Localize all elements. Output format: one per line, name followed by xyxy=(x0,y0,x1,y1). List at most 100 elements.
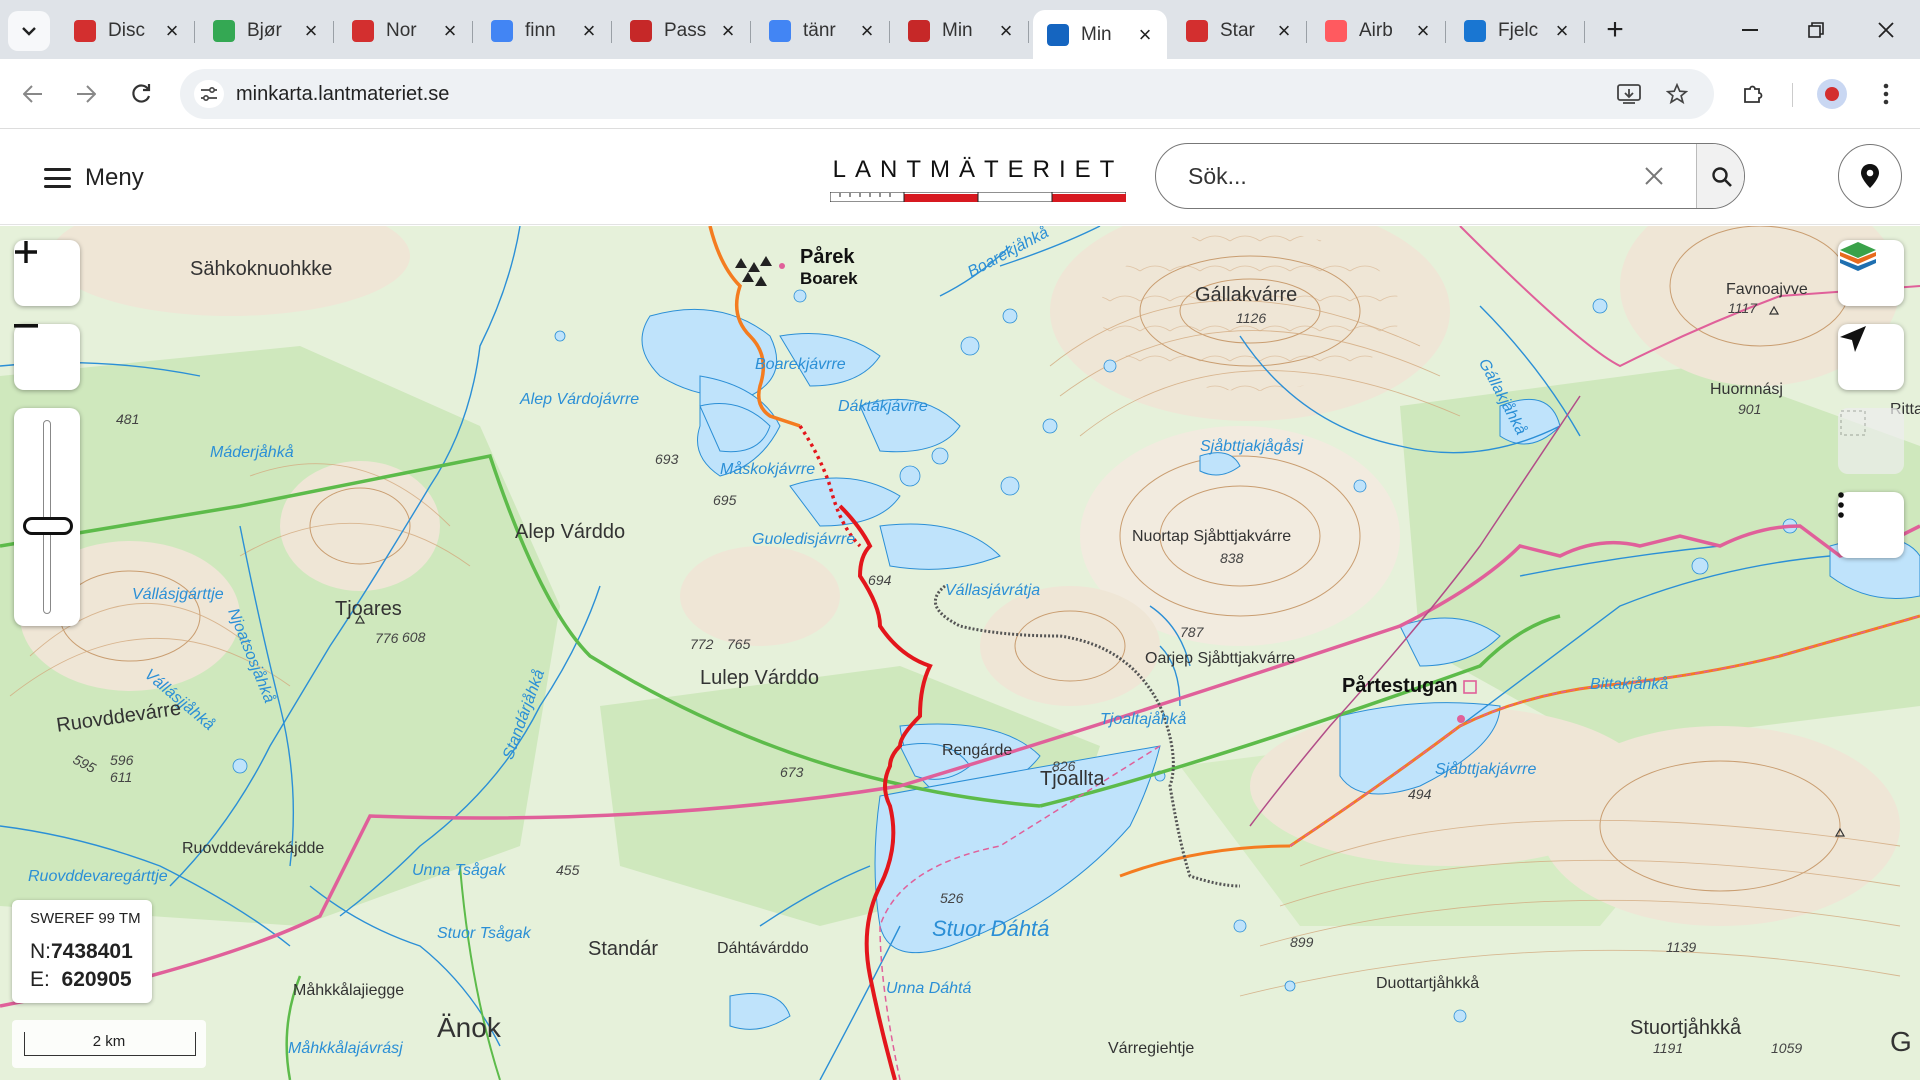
mountain-icon xyxy=(1464,20,1486,42)
clear-search-button[interactable] xyxy=(1634,161,1674,193)
close-tab-icon[interactable]: × xyxy=(577,18,601,44)
scale-label: 2 km xyxy=(92,1033,126,1050)
map-label-settlement: Pårek xyxy=(800,246,855,268)
close-tab-icon[interactable]: × xyxy=(994,18,1018,44)
map-label-height: 776 xyxy=(375,630,399,646)
close-tab-icon[interactable]: × xyxy=(438,18,462,44)
map-label-water: Unna Tsågak xyxy=(412,862,506,879)
map-label-water: Boarekjávrre xyxy=(755,356,846,373)
close-tab-icon[interactable]: × xyxy=(299,18,323,44)
my-position-button[interactable] xyxy=(1838,144,1902,208)
map-label-height: 673 xyxy=(780,764,804,780)
zoom-in-button[interactable] xyxy=(14,240,80,306)
maps-pin-icon xyxy=(213,20,235,42)
map-label-height: 494 xyxy=(1408,786,1432,802)
close-window-button[interactable] xyxy=(1864,12,1908,48)
site-info-icon[interactable] xyxy=(194,80,224,108)
close-tab-icon[interactable]: × xyxy=(716,18,740,44)
browser-tab[interactable]: Min × xyxy=(894,10,1029,52)
flag-dk-icon xyxy=(908,20,930,42)
restore-button[interactable] xyxy=(1794,12,1838,48)
map-label-water: Máderjåhkå xyxy=(210,444,294,461)
layers-button[interactable] xyxy=(1838,240,1904,306)
browser-tab[interactable]: Bjør × xyxy=(199,10,334,52)
zoom-slider-handle[interactable] xyxy=(23,516,73,535)
tab-title: Fjelc xyxy=(1498,20,1539,41)
url-text[interactable]: minkarta.lantmateriet.se xyxy=(236,83,449,106)
map-label-place-small: Måhkkålajiegge xyxy=(293,982,405,999)
toolbar-divider xyxy=(1792,83,1793,107)
browser-tab[interactable]: Nor × xyxy=(338,10,473,52)
install-app-icon[interactable] xyxy=(1614,81,1644,107)
forward-button[interactable] xyxy=(66,74,106,114)
map-label-place-small: Rengárde xyxy=(942,742,1013,759)
map-label-height: 901 xyxy=(1738,401,1762,417)
search-input[interactable] xyxy=(1188,160,1628,192)
lantmateriet-logo[interactable]: LANTMÄTERIET xyxy=(830,156,1126,202)
search-icon xyxy=(1711,167,1732,187)
topographic-map[interactable]: Sähkoknuohkke Pårek Boarek Boarekjåhkå Gálla… xyxy=(0,226,1920,1080)
browser-tab[interactable]: Fjelc × xyxy=(1450,10,1585,52)
map-canvas[interactable] xyxy=(0,226,1920,1080)
browser-tabbar: Disc × Bjør × Nor × finn × Pass × tänr × Min × Min × Sta… xyxy=(0,0,1920,59)
more-options-button[interactable] xyxy=(1838,492,1904,558)
map-label-place-small: Várregiehtje xyxy=(1108,1040,1195,1057)
map-label-height: 481 xyxy=(116,411,140,427)
hut-point xyxy=(1457,715,1465,723)
new-tab-button[interactable]: + xyxy=(1598,14,1632,48)
layers-icon xyxy=(1840,242,1876,271)
tab-title: Bjør xyxy=(247,20,282,41)
hamburger-icon xyxy=(44,168,71,188)
map-label-water-big: Stuor Dáhtá xyxy=(932,916,1050,941)
tab-search-button[interactable] xyxy=(8,11,50,51)
map-label-place: Tjoares xyxy=(335,598,402,620)
map-label-water: Bittakjåhkå xyxy=(1590,676,1669,693)
browser-tab[interactable]: Min × xyxy=(1033,10,1167,59)
minus-icon xyxy=(14,324,38,328)
map-label-place: Alep Várddo xyxy=(515,521,626,543)
bookmark-star-icon[interactable] xyxy=(1662,81,1692,107)
browser-tab[interactable]: tänr × xyxy=(755,10,890,52)
browser-tab[interactable]: Pass × xyxy=(616,10,751,52)
map-label-water: Vállasjávrátja xyxy=(945,582,1041,599)
close-tab-icon[interactable]: × xyxy=(1133,22,1157,48)
map-label-place-small: Nuortap Sjåbttjakvárre xyxy=(1132,528,1292,545)
navigate-button[interactable] xyxy=(1838,324,1904,390)
back-button[interactable] xyxy=(13,74,53,114)
zoom-out-button[interactable] xyxy=(14,324,80,390)
close-tab-icon[interactable]: × xyxy=(1411,18,1435,44)
navigation-arrow-icon xyxy=(1840,326,1866,352)
flag-red-icon xyxy=(352,20,374,42)
select-area-button[interactable] xyxy=(1838,408,1904,474)
map-label-place-big: G xyxy=(1890,1026,1912,1057)
map-label-water: Måskokjávrre xyxy=(720,461,816,478)
map-label-water: Guoledisjávrre xyxy=(752,531,856,548)
map-label-height: 693 xyxy=(655,451,679,467)
minimize-button[interactable] xyxy=(1728,12,1772,48)
address-bar[interactable]: minkarta.lantmateriet.se xyxy=(180,69,1714,119)
browser-tab[interactable]: finn × xyxy=(477,10,612,52)
profile-icon xyxy=(1825,87,1839,101)
search-button[interactable] xyxy=(1697,144,1744,208)
tab-title: Airb xyxy=(1359,20,1393,41)
map-label-place: Lulep Várddo xyxy=(700,667,819,689)
reload-button[interactable] xyxy=(121,74,161,114)
zoom-slider[interactable] xyxy=(14,408,80,626)
extensions-button[interactable] xyxy=(1733,74,1773,114)
close-tab-icon[interactable]: × xyxy=(855,18,879,44)
map-label-height: 838 xyxy=(1220,550,1244,566)
browser-tab[interactable]: Airb × xyxy=(1311,10,1446,52)
profile-avatar[interactable] xyxy=(1817,79,1847,109)
browser-tab[interactable]: Star × xyxy=(1172,10,1307,52)
google-g-icon xyxy=(769,20,791,42)
menu-button[interactable]: Meny xyxy=(44,164,144,192)
close-tab-icon[interactable]: × xyxy=(1272,18,1296,44)
map-label-height: 787 xyxy=(1180,624,1204,640)
browser-toolbar: minkarta.lantmateriet.se xyxy=(0,59,1920,129)
browser-menu-button[interactable] xyxy=(1866,74,1906,114)
close-tab-icon[interactable]: × xyxy=(1550,18,1574,44)
browser-tab[interactable]: Disc × xyxy=(60,10,195,52)
map-label-settlement-sub: Boarek xyxy=(800,269,858,288)
close-tab-icon[interactable]: × xyxy=(160,18,184,44)
tab-title: Min xyxy=(1081,23,1112,45)
